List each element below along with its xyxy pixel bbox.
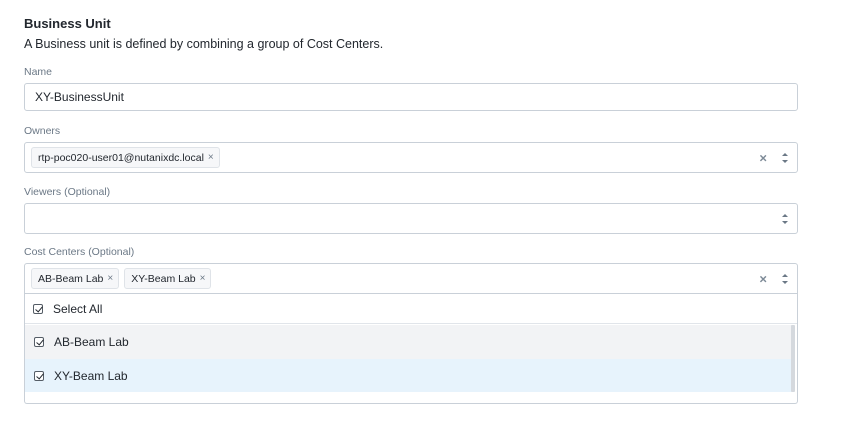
select-all-option[interactable]: Select All (25, 294, 797, 324)
owners-select[interactable]: rtp-poc020-user01@nutanixdc.local × × (24, 142, 798, 173)
select-all-label: Select All (53, 301, 103, 316)
cost-center-chip-label: XY-Beam Lab (131, 272, 196, 285)
dropdown-scrollbar[interactable] (791, 325, 795, 392)
owner-chip-label: rtp-poc020-user01@nutanixdc.local (38, 151, 204, 164)
viewers-select[interactable] (24, 203, 798, 234)
caret-updown-icon[interactable] (782, 152, 788, 163)
option-label: XY-Beam Lab (54, 368, 128, 383)
checkbox-checked-icon[interactable] (34, 370, 44, 381)
owners-label: Owners (24, 125, 61, 137)
cost-centers-label: Cost Centers (Optional) (24, 246, 135, 258)
section-title: Business Unit (24, 16, 111, 31)
chip-remove-icon[interactable]: × (200, 273, 206, 284)
dropdown-option[interactable]: AB-Beam Lab (25, 325, 793, 359)
name-input[interactable]: XY-BusinessUnit (24, 83, 798, 111)
section-description: A Business unit is defined by combining … (24, 37, 384, 51)
name-label: Name (24, 66, 53, 78)
chip-remove-icon[interactable]: × (208, 152, 214, 163)
viewers-label: Viewers (Optional) (24, 186, 111, 198)
caret-updown-icon[interactable] (782, 273, 788, 284)
clear-icon[interactable]: × (759, 271, 767, 286)
option-label: AB-Beam Lab (54, 335, 129, 349)
chip-remove-icon[interactable]: × (107, 273, 113, 284)
caret-updown-icon[interactable] (782, 213, 788, 224)
dropdown-option[interactable]: XY-Beam Lab (25, 359, 793, 392)
owner-chip: rtp-poc020-user01@nutanixdc.local × (31, 147, 220, 168)
checkbox-checked-icon[interactable] (34, 337, 44, 347)
checkbox-checked-icon[interactable] (33, 303, 43, 314)
cost-center-chip: XY-Beam Lab × (124, 268, 212, 289)
cost-center-chip-label: AB-Beam Lab (38, 272, 104, 285)
clear-icon[interactable]: × (759, 150, 767, 165)
cost-centers-select[interactable]: AB-Beam Lab × XY-Beam Lab × × (24, 263, 798, 294)
cost-center-chip: AB-Beam Lab × (31, 268, 120, 289)
cost-centers-dropdown: Select All AB-Beam Lab XY-Beam Lab (24, 294, 798, 404)
